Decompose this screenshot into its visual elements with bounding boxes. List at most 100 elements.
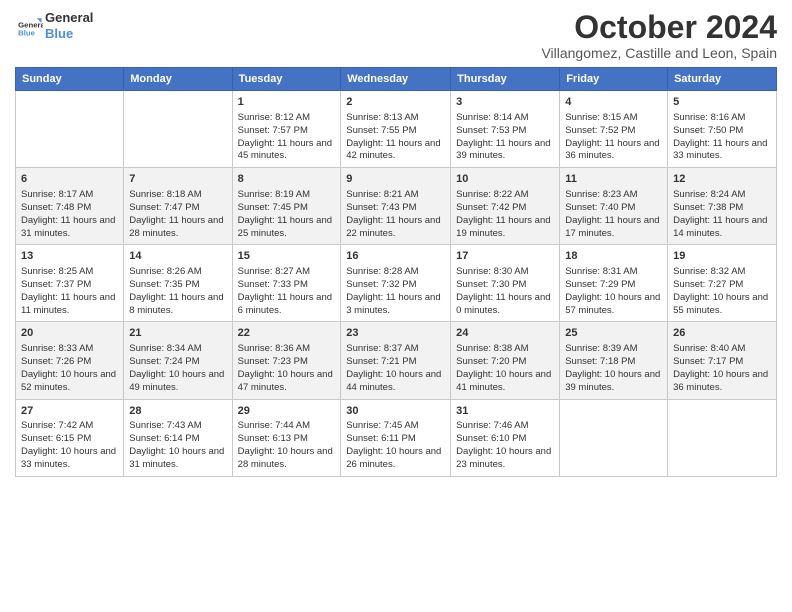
day-number: 3 [456,95,554,110]
sunset-text: Sunset: 7:40 PM [565,202,662,215]
sunrise-text: Sunrise: 8:36 AM [238,343,336,356]
calendar-cell: 29Sunrise: 7:44 AMSunset: 6:13 PMDayligh… [232,399,341,476]
sunrise-text: Sunrise: 8:24 AM [673,189,771,202]
logo: General Blue General Blue [15,10,93,41]
daylight-text: Daylight: 10 hours and 44 minutes. [346,369,445,395]
cell-content: 25Sunrise: 8:39 AMSunset: 7:18 PMDayligh… [565,326,662,394]
day-number: 30 [346,404,445,419]
sunrise-text: Sunrise: 8:26 AM [129,266,226,279]
daylight-text: Daylight: 11 hours and 36 minutes. [565,138,662,164]
cell-content: 26Sunrise: 8:40 AMSunset: 7:17 PMDayligh… [673,326,771,394]
daylight-text: Daylight: 11 hours and 3 minutes. [346,292,445,318]
sunrise-text: Sunrise: 8:22 AM [456,189,554,202]
sunset-text: Sunset: 6:13 PM [238,433,336,446]
calendar-cell: 13Sunrise: 8:25 AMSunset: 7:37 PMDayligh… [16,245,124,322]
header: General Blue General Blue October 2024 V… [15,10,777,61]
sunset-text: Sunset: 7:27 PM [673,279,771,292]
cell-content: 4Sunrise: 8:15 AMSunset: 7:52 PMDaylight… [565,95,662,163]
sunset-text: Sunset: 7:32 PM [346,279,445,292]
sunset-text: Sunset: 7:20 PM [456,356,554,369]
day-number: 2 [346,95,445,110]
cell-content: 12 Sunrise: 8:24 AMSunset: 7:38 PMDayligh… [673,172,771,240]
day-number: 15 [238,249,336,264]
col-header-friday: Friday [560,68,668,91]
day-number: 23 [346,326,445,341]
sunset-text: Sunset: 7:55 PM [346,125,445,138]
logo-line1: General [45,10,93,26]
cell-content: 27Sunrise: 7:42 AMSunset: 6:15 PMDayligh… [21,404,118,472]
sunset-text: Sunset: 7:29 PM [565,279,662,292]
calendar-table: SundayMondayTuesdayWednesdayThursdayFrid… [15,67,777,476]
daylight-text: Daylight: 11 hours and 31 minutes. [21,215,118,241]
calendar-cell: 8Sunrise: 8:19 AMSunset: 7:45 PMDaylight… [232,168,341,245]
daylight-text: Daylight: 11 hours and 19 minutes. [456,215,554,241]
page: General Blue General Blue October 2024 V… [0,0,792,612]
sunset-text: Sunset: 7:18 PM [565,356,662,369]
cell-content: 28Sunrise: 7:43 AMSunset: 6:14 PMDayligh… [129,404,226,472]
sunset-text: Sunset: 7:57 PM [238,125,336,138]
sunrise-text: Sunrise: 7:45 AM [346,420,445,433]
cell-content: 2Sunrise: 8:13 AMSunset: 7:55 PMDaylight… [346,95,445,163]
daylight-text: Daylight: 10 hours and 36 minutes. [673,369,771,395]
sunrise-text: Sunrise: 8:25 AM [21,266,118,279]
logo-icon: General Blue [15,12,43,40]
day-number: 5 [673,95,771,110]
sunrise-text: Sunrise: 8:38 AM [456,343,554,356]
sunset-text: Sunset: 7:47 PM [129,202,226,215]
day-number: 31 [456,404,554,419]
sunrise-text: Sunrise: 8:12 AM [238,112,336,125]
calendar-week-4: 20Sunrise: 8:33 AMSunset: 7:26 PMDayligh… [16,322,777,399]
day-number: 20 [21,326,118,341]
cell-content: 10Sunrise: 8:22 AMSunset: 7:42 PMDayligh… [456,172,554,240]
sunset-text: Sunset: 7:50 PM [673,125,771,138]
calendar-cell: 30Sunrise: 7:45 AMSunset: 6:11 PMDayligh… [341,399,451,476]
col-header-saturday: Saturday [668,68,777,91]
sunrise-text: Sunrise: 8:27 AM [238,266,336,279]
calendar-cell: 26Sunrise: 8:40 AMSunset: 7:17 PMDayligh… [668,322,777,399]
daylight-text: Daylight: 10 hours and 31 minutes. [129,446,226,472]
calendar-header-row: SundayMondayTuesdayWednesdayThursdayFrid… [16,68,777,91]
col-header-sunday: Sunday [16,68,124,91]
calendar-cell: 18Sunrise: 8:31 AMSunset: 7:29 PMDayligh… [560,245,668,322]
calendar-cell [124,91,232,168]
day-number: 26 [673,326,771,341]
sunrise-text: Sunrise: 8:23 AM [565,189,662,202]
calendar-cell: 24Sunrise: 8:38 AMSunset: 7:20 PMDayligh… [451,322,560,399]
day-number: 7 [129,172,226,187]
sunrise-text: Sunrise: 8:19 AM [238,189,336,202]
daylight-text: Daylight: 11 hours and 45 minutes. [238,138,336,164]
daylight-text: Daylight: 11 hours and 39 minutes. [456,138,554,164]
sunset-text: Sunset: 7:35 PM [129,279,226,292]
calendar-week-5: 27Sunrise: 7:42 AMSunset: 6:15 PMDayligh… [16,399,777,476]
sunset-text: Sunset: 7:21 PM [346,356,445,369]
daylight-text: Daylight: 11 hours and 14 minutes. [673,215,771,241]
day-number: 12 [673,172,771,187]
sunset-text: Sunset: 7:38 PM [673,202,771,215]
sunrise-text: Sunrise: 8:32 AM [673,266,771,279]
calendar-cell: 11Sunrise: 8:23 AMSunset: 7:40 PMDayligh… [560,168,668,245]
daylight-text: Daylight: 11 hours and 0 minutes. [456,292,554,318]
day-number: 13 [21,249,118,264]
calendar-cell: 28Sunrise: 7:43 AMSunset: 6:14 PMDayligh… [124,399,232,476]
sunset-text: Sunset: 7:48 PM [21,202,118,215]
daylight-text: Daylight: 11 hours and 17 minutes. [565,215,662,241]
day-number: 10 [456,172,554,187]
calendar-cell: 3Sunrise: 8:14 AMSunset: 7:53 PMDaylight… [451,91,560,168]
cell-content: 21Sunrise: 8:34 AMSunset: 7:24 PMDayligh… [129,326,226,394]
calendar-cell: 22Sunrise: 8:36 AMSunset: 7:23 PMDayligh… [232,322,341,399]
sunrise-text: Sunrise: 8:31 AM [565,266,662,279]
sunrise-text: Sunrise: 8:37 AM [346,343,445,356]
calendar-week-3: 13Sunrise: 8:25 AMSunset: 7:37 PMDayligh… [16,245,777,322]
calendar-cell [668,399,777,476]
col-header-thursday: Thursday [451,68,560,91]
sunset-text: Sunset: 7:23 PM [238,356,336,369]
day-number: 21 [129,326,226,341]
sunset-text: Sunset: 7:24 PM [129,356,226,369]
sunrise-text: Sunrise: 8:28 AM [346,266,445,279]
calendar-cell: 12 Sunrise: 8:24 AMSunset: 7:38 PMDayligh… [668,168,777,245]
logo-text: General Blue [45,10,93,41]
cell-content: 8Sunrise: 8:19 AMSunset: 7:45 PMDaylight… [238,172,336,240]
cell-content: 15Sunrise: 8:27 AMSunset: 7:33 PMDayligh… [238,249,336,317]
col-header-wednesday: Wednesday [341,68,451,91]
cell-content: 22Sunrise: 8:36 AMSunset: 7:23 PMDayligh… [238,326,336,394]
